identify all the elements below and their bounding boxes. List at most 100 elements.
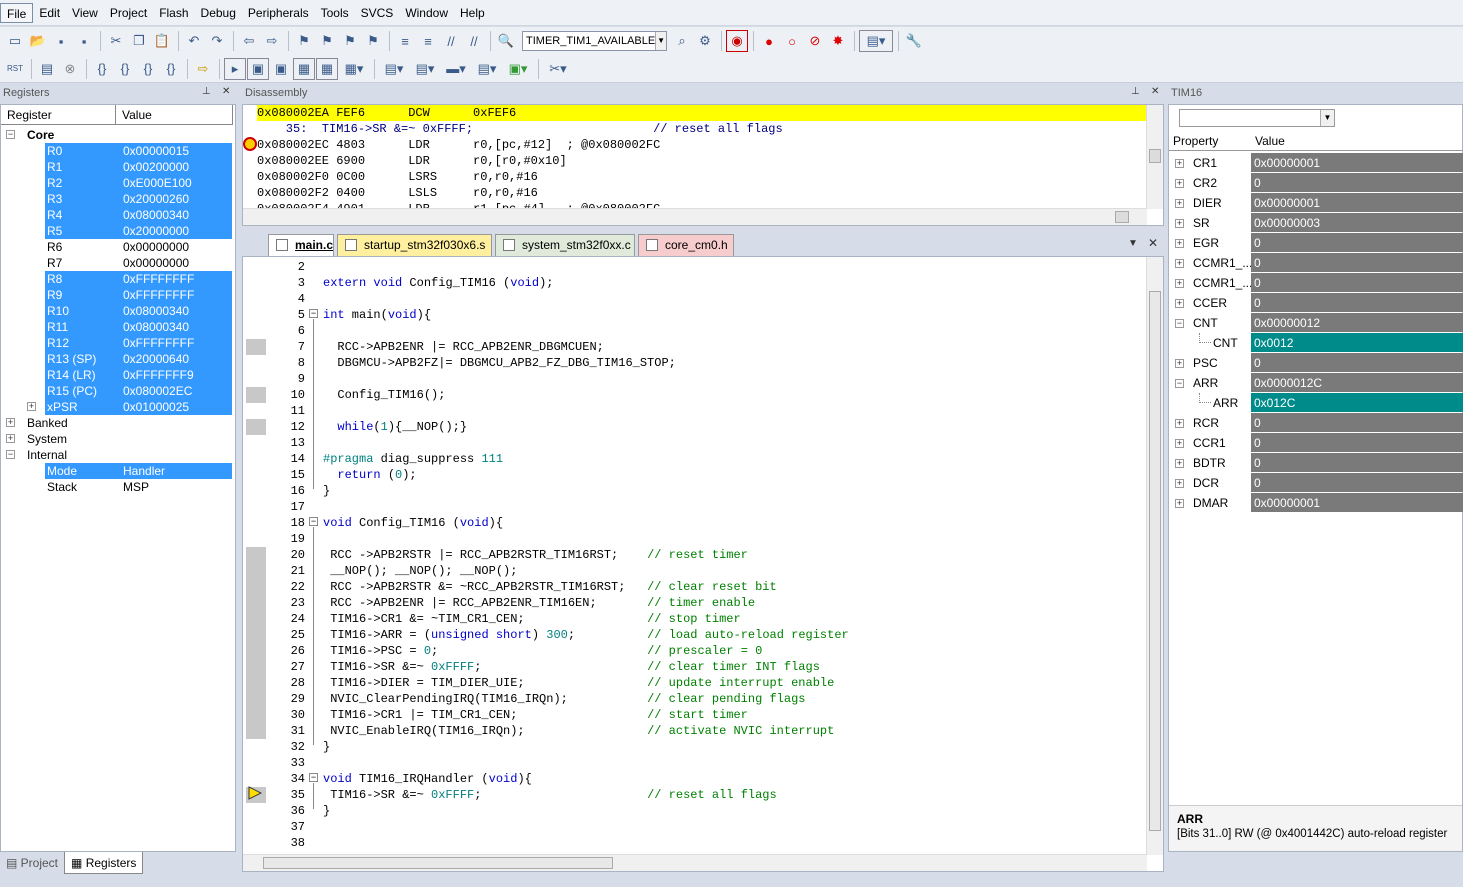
fold-collapse-icon[interactable]: − — [309, 517, 318, 526]
incremental-find-icon[interactable]: ⚙ — [694, 30, 716, 52]
breakpoint-kill-all-icon[interactable]: ✸ — [827, 30, 849, 52]
scroll-thumb[interactable] — [1149, 291, 1161, 831]
nav-back-icon[interactable]: ⇦ — [238, 30, 260, 52]
scroll-thumb[interactable] — [263, 857, 613, 869]
disassembly-line[interactable]: 35: TIM16->SR &=~ 0xFFFF; // reset all f… — [257, 121, 783, 137]
symbols-window-icon[interactable]: ▣ — [270, 58, 292, 80]
column-value[interactable]: Value — [116, 105, 233, 124]
call-stack-window-icon[interactable]: ▦ — [316, 57, 338, 80]
tree-core[interactable]: Core — [27, 127, 54, 143]
property-value[interactable]: 0x012C — [1251, 393, 1463, 412]
collapse-icon[interactable]: − — [1175, 379, 1184, 388]
close-icon[interactable]: ✕ — [1151, 86, 1159, 97]
disassembly-line[interactable]: 0x080002F0 0C00 LSRS r0,r0,#16 — [257, 169, 538, 185]
copy-icon[interactable]: ❐ — [128, 30, 150, 52]
chevron-down-icon[interactable]: ▼ — [655, 32, 666, 50]
new-file-icon[interactable]: ▭ — [4, 30, 26, 52]
property-row[interactable]: + SR 0x00000003 — [1169, 213, 1463, 233]
property-value[interactable]: 0 — [1251, 253, 1463, 272]
column-value[interactable]: Value — [1255, 131, 1285, 151]
property-value[interactable]: 0 — [1251, 233, 1463, 252]
editor-vscroll[interactable] — [1146, 257, 1163, 855]
code-line[interactable]: NVIC_EnableIRQ(TIM16_IRQn); // activate … — [323, 723, 834, 739]
property-row[interactable]: ARR 0x012C — [1169, 393, 1463, 413]
property-row[interactable]: + BDTR 0 — [1169, 453, 1463, 473]
target-select[interactable]: TIMER_TIM1_AVAILABLE ▼ — [522, 31, 667, 51]
register-row[interactable]: R0 0x00000015 — [45, 143, 232, 159]
tree-banked[interactable]: Banked — [27, 415, 68, 431]
code-line[interactable]: TIM16->CR1 |= TIM_CR1_CEN; // start time… — [323, 707, 748, 723]
memory-window-icon[interactable]: ▤▾ — [379, 58, 409, 80]
window-layout-icon[interactable]: ▤▾ — [859, 30, 893, 52]
serial-window-icon[interactable]: ▤▾ — [410, 58, 440, 80]
property-row[interactable]: + CCMR1_... 0 — [1169, 253, 1463, 273]
property-value[interactable]: 0x00000001 — [1251, 153, 1463, 172]
find-in-files-icon[interactable]: 🔍 — [495, 30, 517, 52]
code-line[interactable]: void TIM16_IRQHandler (void){ — [323, 771, 532, 787]
property-value[interactable]: 0 — [1251, 433, 1463, 452]
register-value[interactable]: 0x20000000 — [123, 223, 189, 239]
tree-system[interactable]: System — [27, 431, 67, 447]
system-viewer-icon[interactable]: ▣▾ — [503, 58, 533, 80]
tab-list-icon[interactable]: ▼ — [1128, 238, 1138, 249]
nav-forward-icon[interactable]: ⇨ — [261, 30, 283, 52]
register-row[interactable]: R1 0x00200000 — [45, 159, 232, 175]
disassembly-line[interactable]: 0x080002EC 4803 LDR r0,[pc,#12] ; @0x080… — [257, 137, 660, 153]
register-value[interactable]: 0xFFFFFFFF — [123, 287, 194, 303]
register-row[interactable]: xPSR 0x01000025 — [45, 399, 232, 415]
step-into-icon[interactable]: {} — [91, 58, 113, 80]
expand-icon[interactable]: + — [6, 418, 15, 427]
property-row[interactable]: + DCR 0 — [1169, 473, 1463, 493]
tab-core-cm0[interactable]: core_cm0.h — [638, 234, 734, 256]
disassembly-line[interactable]: 0x080002EA FEF6 DCW 0xFEF6 — [257, 105, 516, 121]
property-row[interactable]: + RCR 0 — [1169, 413, 1463, 433]
code-line[interactable]: TIM16->PSC = 0; // prescaler = 0 — [323, 643, 762, 659]
run-icon[interactable]: ▤ — [36, 58, 58, 80]
register-value[interactable]: 0x00000000 — [123, 239, 189, 255]
save-icon[interactable]: ▪ — [50, 30, 72, 52]
fold-collapse-icon[interactable]: − — [309, 773, 318, 782]
register-row[interactable]: R7 0x00000000 — [45, 255, 232, 271]
code-line[interactable]: RCC ->APB2RSTR &= ~RCC_APB2RSTR_TIM16RST… — [323, 579, 777, 595]
expand-icon[interactable]: + — [1175, 439, 1184, 448]
code-line[interactable]: } — [323, 483, 330, 499]
breakpoint-disable-all-icon[interactable]: ⊘ — [804, 30, 826, 52]
property-value[interactable]: 0x00000003 — [1251, 213, 1463, 232]
property-row[interactable]: + EGR 0 — [1169, 233, 1463, 253]
unindent-icon[interactable]: ≡ — [417, 30, 439, 52]
register-value[interactable]: 0xFFFFFFFF — [123, 271, 194, 287]
disassembly-line[interactable]: 0x080002EE 6900 LDR r0,[r0,#0x10] — [257, 153, 567, 169]
expand-icon[interactable]: + — [1175, 419, 1184, 428]
register-row[interactable]: R9 0xFFFFFFFF — [45, 287, 232, 303]
registers-window-icon[interactable]: ▦ — [293, 57, 315, 80]
breakpoint-enable-icon[interactable]: ○ — [781, 30, 803, 52]
menu-tools[interactable]: Tools — [315, 3, 355, 23]
register-value[interactable]: 0xFFFFFFFF — [123, 335, 194, 351]
expand-icon[interactable]: + — [1175, 479, 1184, 488]
redo-icon[interactable]: ↷ — [206, 30, 228, 52]
indent-icon[interactable]: ≡ — [394, 30, 416, 52]
configure-icon[interactable]: 🔧 — [903, 30, 925, 52]
register-row-mode[interactable]: Mode Handler — [45, 463, 232, 479]
code-line[interactable]: RCC ->APB2RSTR |= RCC_APB2RSTR_TIM16RST;… — [323, 547, 748, 563]
property-value[interactable]: 0x00000001 — [1251, 193, 1463, 212]
register-value[interactable]: 0xFFFFFFF9 — [123, 367, 194, 383]
expand-icon[interactable]: + — [27, 402, 36, 411]
property-row[interactable]: + CR2 0 — [1169, 173, 1463, 193]
close-icon[interactable]: ✕ — [1148, 236, 1158, 250]
scroll-thumb[interactable] — [1149, 149, 1161, 163]
breakpoint-insert-icon[interactable]: ● — [758, 30, 780, 52]
command-window-icon[interactable]: ▸ — [224, 57, 246, 80]
property-value[interactable]: 0 — [1251, 353, 1463, 372]
property-value[interactable]: 0 — [1251, 453, 1463, 472]
expand-icon[interactable]: + — [1175, 499, 1184, 508]
code-line[interactable]: TIM16->SR &=~ 0xFFFF; // reset all flags — [323, 787, 777, 803]
fold-collapse-icon[interactable]: − — [309, 309, 318, 318]
code-line[interactable]: } — [323, 803, 330, 819]
tab-main-c[interactable]: main.c — [268, 234, 334, 256]
code-line[interactable]: return (0); — [323, 467, 416, 483]
code-line[interactable]: RCC->APB2ENR |= RCC_APB2ENR_DBGMCUEN; — [323, 339, 603, 355]
property-value[interactable]: 0x0012 — [1251, 333, 1463, 352]
expand-icon[interactable]: + — [1175, 219, 1184, 228]
column-property[interactable]: Property — [1173, 131, 1218, 151]
